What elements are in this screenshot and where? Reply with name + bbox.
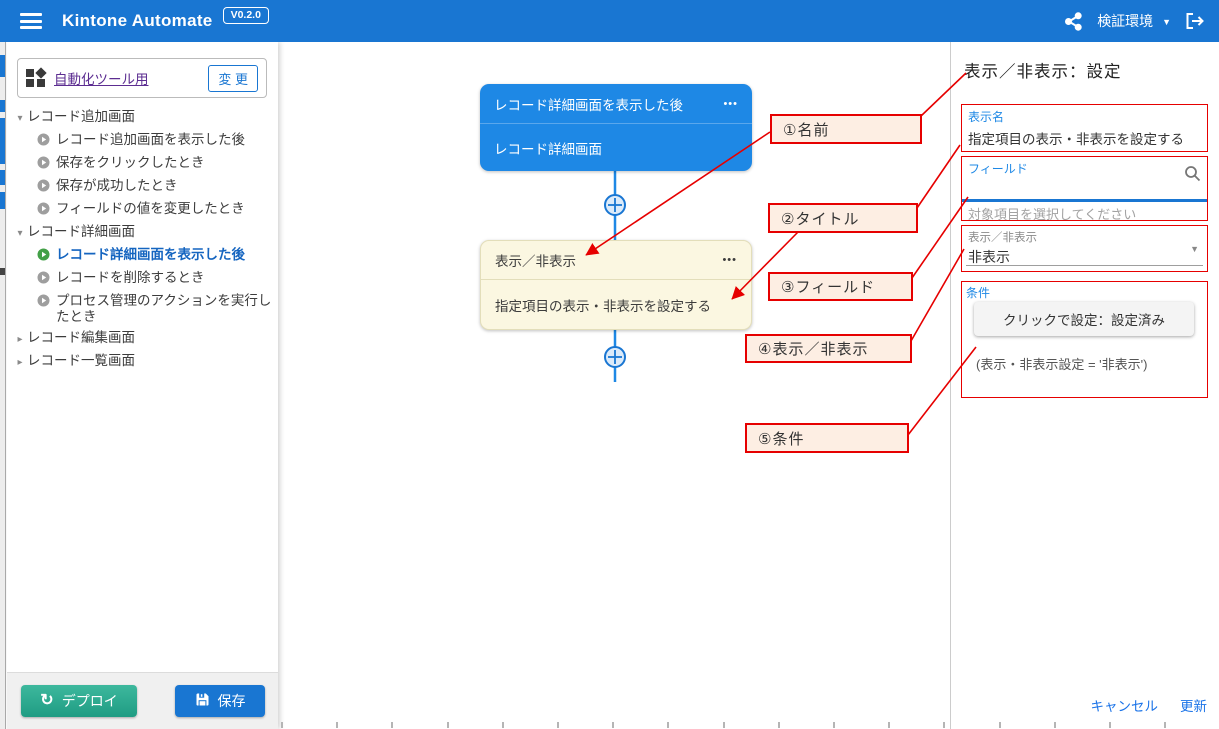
field-search-box[interactable]: フィールド 対象項目を選択してください (961, 156, 1208, 221)
annotation-visibility: ④表示／非表示 (745, 334, 912, 363)
field-placeholder: 対象項目を選択してください (968, 204, 1136, 223)
tree-item-9[interactable]: ▸レコード編集画面 (11, 327, 274, 350)
visibility-underline (966, 265, 1203, 266)
canvas-ruler-ticks (278, 722, 1219, 729)
tree-item-3[interactable]: 保存が成功したとき (11, 175, 274, 198)
tree-item-8[interactable]: プロセス管理のアクションを実行したとき (11, 290, 274, 327)
visibility-value[interactable]: 非表示 (968, 247, 1201, 267)
more-menu-icon[interactable]: ••• (722, 254, 737, 266)
change-app-button[interactable]: 変 更 (208, 65, 258, 92)
add-step-button-2[interactable] (605, 347, 625, 367)
save-button[interactable]: 保存 (175, 685, 265, 717)
share-icon[interactable] (1064, 12, 1083, 31)
play-circle-icon (37, 178, 56, 196)
tree-item-7[interactable]: レコードを削除するとき (11, 267, 274, 290)
condition-section: 条件 クリックで設定：設定済み (表示・非表示設定 = '非表示') (961, 281, 1208, 398)
app-selector-card: 自動化ツール用 変 更 (17, 58, 267, 98)
trigger-node-title: レコード詳細画面を表示した後 (494, 94, 683, 114)
tree-item-1[interactable]: レコード追加画面を表示した後 (11, 129, 274, 152)
version-badge: V0.2.0 (223, 7, 269, 24)
tree-item-5[interactable]: ▾レコード詳細画面 (11, 221, 274, 244)
update-link[interactable]: 更新 (1180, 695, 1207, 715)
annotation-name: ①名前 (770, 114, 922, 144)
trigger-node[interactable]: レコード詳細画面を表示した後 ••• レコード詳細画面 (480, 84, 752, 171)
tree-collapsed-icon[interactable]: ▸ (13, 330, 27, 348)
minimap-strip[interactable] (0, 42, 6, 729)
settings-panel: 表示／非表示：設定 表示名 指定項目の表示・非表示を設定する フィールド 対象項… (950, 42, 1219, 729)
more-menu-icon[interactable]: ••• (723, 98, 738, 110)
flow-canvas: レコード詳細画面を表示した後 ••• レコード詳細画面 表示／非表示 ••• 指… (278, 42, 950, 729)
tree-item-2[interactable]: 保存をクリックしたとき (11, 152, 274, 175)
tree-item-10[interactable]: ▸レコード一覧画面 (11, 350, 274, 373)
display-name-label: 表示名 (968, 108, 1201, 125)
sidebar: 自動化ツール用 変 更 ▾レコード追加画面 レコード追加画面を表示した後 保存を… (7, 42, 278, 729)
field-input-underline (962, 199, 1207, 202)
app-title: Kintone Automate (62, 11, 213, 31)
tree-item-0[interactable]: ▾レコード追加画面 (11, 106, 274, 129)
play-circle-icon (37, 132, 56, 150)
condition-set-button[interactable]: クリックで設定：設定済み (974, 302, 1194, 336)
tree-collapsed-icon[interactable]: ▸ (13, 353, 27, 371)
sidebar-footer: ↻ デプロイ 保存 (7, 672, 278, 729)
top-bar: Kintone Automate V0.2.0 検証環境 ▼ (0, 0, 1219, 42)
condition-expression: (表示・非表示設定 = '非表示') (976, 354, 1147, 373)
search-icon[interactable] (1184, 165, 1201, 187)
environment-label: 検証環境 (1097, 11, 1153, 31)
condition-label: 条件 (966, 284, 1203, 301)
annotation-condition: ⑤条件 (745, 423, 909, 453)
tree-item-4[interactable]: フィールドの値を変更したとき (11, 198, 274, 221)
page: Kintone Automate V0.2.0 検証環境 ▼ (0, 0, 1219, 729)
action-node[interactable]: 表示／非表示 ••• 指定項目の表示・非表示を設定する (480, 240, 752, 330)
dropdown-caret-icon[interactable]: ▼ (1190, 244, 1199, 254)
chevron-down-icon: ▼ (1162, 17, 1171, 27)
event-tree: ▾レコード追加画面 レコード追加画面を表示した後 保存をクリックしたとき 保存が… (11, 106, 274, 373)
display-name-field[interactable]: 表示名 指定項目の表示・非表示を設定する (961, 104, 1208, 152)
play-circle-icon (37, 293, 56, 311)
action-node-title: 表示／非表示 (495, 250, 576, 270)
play-circle-icon (37, 247, 56, 265)
tree-expanded-icon[interactable]: ▾ (13, 224, 27, 242)
visibility-label: 表示／非表示 (968, 229, 1201, 245)
app-icon (26, 68, 46, 88)
cancel-link[interactable]: キャンセル (1091, 695, 1159, 715)
sync-icon: ↻ (40, 693, 53, 709)
annotation-field: ③フィールド (768, 272, 913, 301)
add-step-button-1[interactable] (605, 195, 625, 215)
hamburger-menu-icon[interactable] (20, 13, 42, 29)
play-circle-icon (37, 270, 56, 288)
display-name-value[interactable]: 指定項目の表示・非表示を設定する (968, 128, 1201, 148)
play-circle-icon (37, 155, 56, 173)
app-link[interactable]: 自動化ツール用 (54, 68, 208, 88)
environment-selector[interactable]: 検証環境 ▼ (1097, 11, 1171, 31)
action-node-subtitle: 指定項目の表示・非表示を設定する (495, 295, 711, 315)
floppy-icon (195, 692, 210, 710)
play-circle-icon (37, 201, 56, 219)
panel-title: 表示／非表示：設定 (964, 58, 1122, 82)
logout-icon[interactable] (1185, 12, 1205, 30)
visibility-select[interactable]: 表示／非表示 非表示 ▼ (961, 225, 1208, 272)
trigger-node-subtitle: レコード詳細画面 (494, 138, 602, 158)
tree-item-6[interactable]: レコード詳細画面を表示した後 (11, 244, 274, 267)
annotation-title: ②タイトル (768, 203, 918, 233)
field-label: フィールド (968, 160, 1201, 177)
deploy-button[interactable]: ↻ デプロイ (21, 685, 137, 717)
tree-expanded-icon[interactable]: ▾ (13, 109, 27, 127)
